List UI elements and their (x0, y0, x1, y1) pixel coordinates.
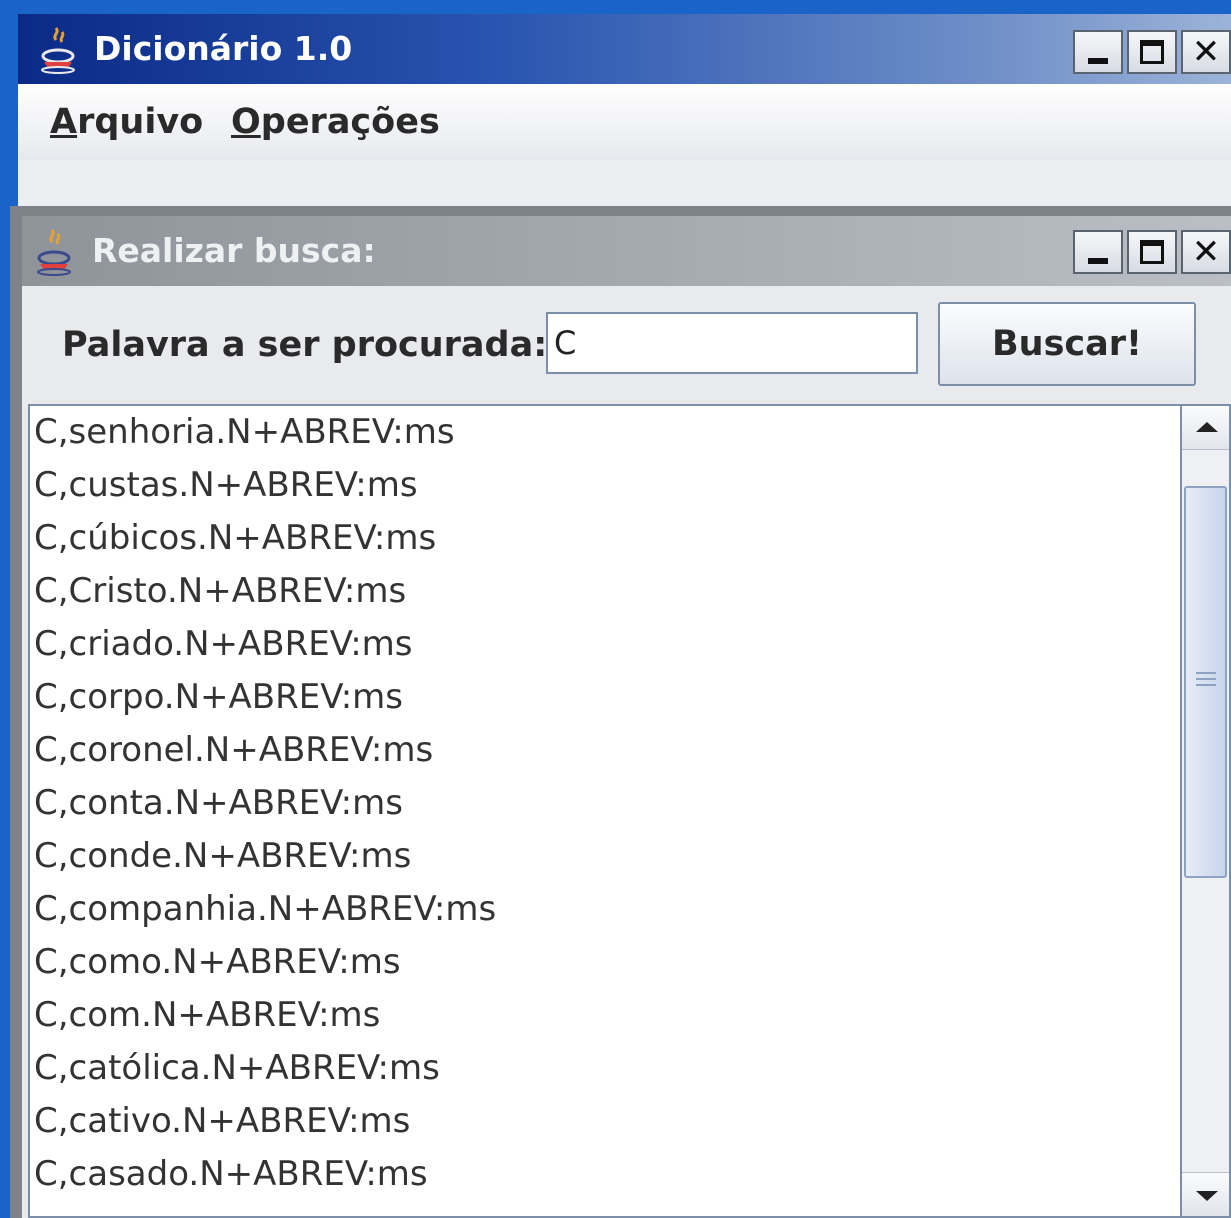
menu-operacoes-mnemonic: O (231, 102, 261, 142)
list-item[interactable]: C,com.N+ABREV:ms (30, 989, 1180, 1042)
vertical-scrollbar[interactable] (1180, 404, 1231, 1218)
list-item[interactable]: C,criado.N+ABREV:ms (30, 618, 1180, 671)
arrow-down-icon (1196, 1191, 1218, 1201)
minimize-button[interactable] (1073, 30, 1123, 74)
scroll-thumb[interactable] (1184, 486, 1227, 878)
search-frame-controls: ✕ (1069, 230, 1231, 274)
search-label: Palavra a ser procurada: (62, 325, 548, 365)
search-internal-frame: Realizar busca: ✕ Palavra a ser procurad… (10, 206, 1231, 1218)
main-window: Dicionário 1.0 ✕ Arquivo Operações Reali… (0, 0, 1231, 1218)
grip-icon (1196, 672, 1216, 686)
menu-operacoes[interactable]: Operações (231, 84, 440, 160)
search-frame-content: Palavra a ser procurada: Buscar! C,senho… (22, 286, 1231, 1218)
java-coffee-cup-icon (37, 229, 71, 276)
list-item[interactable]: C,conde.N+ABREV:ms (30, 830, 1180, 883)
close-icon: ✕ (1191, 32, 1221, 72)
maximize-button[interactable] (1127, 30, 1177, 74)
maximize-button[interactable] (1127, 230, 1177, 274)
desktop-pane (18, 160, 1231, 209)
menu-bar: Arquivo Operações (18, 84, 1231, 160)
search-input[interactable] (546, 312, 918, 374)
maximize-icon (1140, 240, 1164, 264)
minimize-button[interactable] (1073, 230, 1123, 274)
menu-arquivo-label: rquivo (77, 102, 204, 142)
list-item[interactable]: C,casado.N+ABREV:ms (30, 1148, 1180, 1201)
list-item[interactable]: C,senhoria.N+ABREV:ms (30, 406, 1180, 459)
list-item[interactable]: C,como.N+ABREV:ms (30, 936, 1180, 989)
maximize-icon (1140, 40, 1164, 64)
scroll-up-button[interactable] (1182, 406, 1229, 450)
arrow-up-icon (1196, 422, 1218, 432)
list-item[interactable]: C,coronel.N+ABREV:ms (30, 724, 1180, 777)
main-window-controls: ✕ (1069, 30, 1231, 74)
close-button[interactable]: ✕ (1181, 230, 1231, 274)
menu-arquivo-mnemonic: A (50, 102, 78, 142)
list-item[interactable]: C,Cristo.N+ABREV:ms (30, 565, 1180, 618)
java-coffee-cup-icon (41, 27, 75, 74)
results-list[interactable]: C,senhoria.N+ABREV:ms C,custas.N+ABREV:ms… (28, 404, 1180, 1218)
minimize-icon (1088, 258, 1108, 264)
menu-operacoes-label: perações (260, 102, 440, 142)
main-title-bar[interactable]: Dicionário 1.0 ✕ (18, 14, 1231, 84)
list-item[interactable]: C,cúbicos.N+ABREV:ms (30, 512, 1180, 565)
search-frame-title: Realizar busca: (92, 231, 376, 270)
list-item[interactable]: C,companhia.N+ABREV:ms (30, 883, 1180, 936)
list-item[interactable]: C,católica.N+ABREV:ms (30, 1042, 1180, 1095)
close-button[interactable]: ✕ (1181, 30, 1231, 74)
main-window-title: Dicionário 1.0 (94, 29, 353, 68)
list-item[interactable]: C,conta.N+ABREV:ms (30, 777, 1180, 830)
list-item[interactable]: C,custas.N+ABREV:ms (30, 459, 1180, 512)
scroll-down-button[interactable] (1182, 1172, 1229, 1216)
list-item[interactable]: C,corpo.N+ABREV:ms (30, 671, 1180, 724)
search-frame-title-bar[interactable]: Realizar busca: ✕ (22, 216, 1231, 286)
list-item[interactable]: C,cativo.N+ABREV:ms (30, 1095, 1180, 1148)
search-button[interactable]: Buscar! (938, 302, 1196, 386)
close-icon: ✕ (1191, 232, 1221, 272)
minimize-icon (1088, 58, 1108, 64)
menu-arquivo[interactable]: Arquivo (50, 84, 203, 160)
